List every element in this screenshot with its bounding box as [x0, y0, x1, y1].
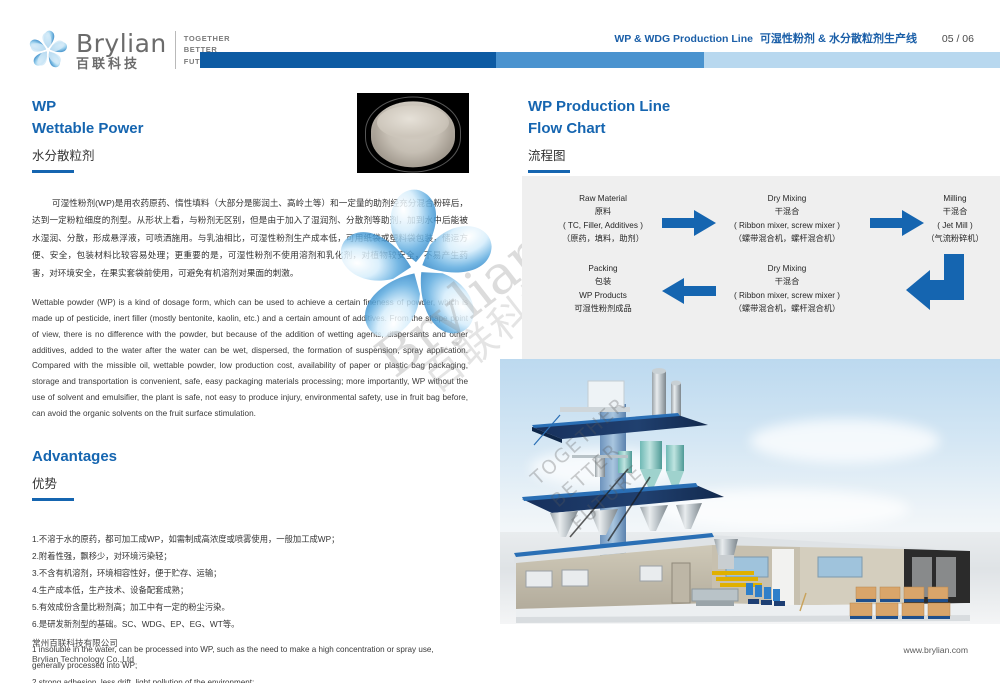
flow-title-rule [528, 169, 570, 173]
node-line: Raw Material [579, 194, 627, 203]
flow-node-raw-material: Raw Material 原料 ( TC, Filler, Additives … [528, 192, 678, 245]
wp-paragraph-cn: 可湿性粉剂(WP)是用农药原药、惰性填料（大部分是膨润土、高岭土等）和一定量的助… [32, 197, 468, 278]
dish-rim [365, 96, 461, 173]
node-line: 包装 [594, 277, 612, 287]
node-line: （原药，填料，助剂） [562, 233, 644, 243]
node-line: WP Products [579, 290, 627, 300]
list-item: 5.有效成份含量比粉剂高；加工中有一定的粉尘污染。 [32, 602, 230, 613]
list-item: 4.生产成本低，生产技术、设备配套成熟； [32, 585, 189, 596]
header-color-bars [200, 52, 1000, 68]
flow-title-line1: WP Production Line [528, 98, 671, 115]
node-line: 干混合 [774, 207, 800, 217]
advantages-title-cn: 优势 [32, 477, 58, 492]
node-line: ( Ribbon mixer, screw mixer ) [733, 220, 840, 230]
node-line: 干混合 [942, 207, 968, 217]
page-number: 05 / 06 [941, 33, 974, 45]
footer-company: 常州百联科技有限公司 Brylian Technology Co.,Ltd [32, 636, 134, 668]
right-column: WP Production Line Flow Chart 流程图 Raw Ma… [500, 88, 1000, 624]
logo-name-en: Brylian [76, 28, 167, 58]
flow-node-milling: Milling 干混合 ( Jet Mill ) （气流粉碎机） [910, 192, 1000, 245]
node-line: ( TC, Filler, Additives ) [563, 220, 643, 230]
header-bar-light [704, 52, 1000, 68]
list-item: 2.附着性强，飘移少，对环境污染轻； [32, 551, 172, 562]
node-line: 原料 [594, 207, 612, 217]
factory-equipment-illustration [514, 368, 970, 623]
list-item: 1.不溶于水的原药，都可加工成WP，如需制成高浓度或喷雾使用，一般加工成WP； [32, 534, 340, 545]
flow-node-dry-mixing-2: Dry Mixing 干混合 ( Ribbon mixer, screw mix… [692, 262, 882, 315]
node-line: Dry Mixing [767, 264, 807, 273]
node-line: （螺带混合机，螺杆混合机） [733, 233, 841, 243]
header-bar-mid [496, 52, 704, 68]
advantages-title-en: Advantages [32, 448, 118, 466]
arrow-milling-to-drymix2-icon [904, 254, 966, 316]
header-title-en: WP & WDG Production Line [614, 33, 753, 45]
flower-logo-icon [26, 28, 70, 72]
company-name-cn: 常州百联科技有限公司 [32, 638, 118, 648]
node-line: 可湿性粉剂成品 [574, 303, 632, 313]
flow-node-packing: Packing 包装 WP Products 可湿性粉剂成品 [528, 262, 678, 315]
product-photo [357, 93, 469, 173]
company-name-en: Brylian Technology Co.,Ltd [32, 653, 135, 664]
node-line: ( Jet Mill ) [937, 220, 973, 230]
footer-website[interactable]: www.brylian.com [904, 645, 968, 655]
flow-node-dry-mixing-1: Dry Mixing 干混合 ( Ribbon mixer, screw mix… [692, 192, 882, 245]
node-line: Milling [943, 194, 967, 203]
logo-name-cn: 百联科技 [76, 55, 141, 71]
node-line: Dry Mixing [767, 194, 807, 203]
advantages-section-title: Advantages 优势 [32, 446, 500, 502]
header-bar-dark [200, 52, 496, 68]
header-title-cn: 可湿性粉剂 & 水分散粒剂生产线 [759, 33, 917, 45]
left-column: WP Wettable Power 水分散粒剂 可湿性粉剂(WP)是用农药原药、… [0, 88, 500, 683]
flow-chart-panel: Raw Material 原料 ( TC, Filler, Additives … [522, 176, 1000, 361]
node-line: （螺带混合机，螺杆混合机） [733, 303, 841, 313]
factory-3d-image: TOGETHER BETTER FUTURE [500, 359, 1000, 624]
flow-title-cn: 流程图 [528, 148, 566, 163]
flowchart-section-title: WP Production Line Flow Chart 流程图 [528, 88, 1000, 173]
page-footer: 常州百联科技有限公司 Brylian Technology Co.,Ltd ww… [0, 618, 1000, 683]
list-item: 3.不含有机溶剂，环境相容性好，便于贮存、运输； [32, 568, 222, 579]
node-line: 干混合 [774, 277, 800, 287]
wp-paragraph-en: Wettable powder (WP) is a kind of dosage… [32, 297, 468, 419]
slogan-line-1: TOGETHER [183, 33, 231, 43]
logo-divider [174, 31, 176, 69]
brochure-page: Brylian 百联科技 TOGETHER BETTER FUTURE WP &… [0, 0, 1000, 683]
page-header: Brylian 百联科技 TOGETHER BETTER FUTURE WP &… [0, 0, 1000, 88]
node-line: （气流粉碎机） [926, 233, 984, 243]
node-line: Packing [588, 264, 618, 273]
flow-title-line2: Flow Chart [528, 119, 606, 137]
header-title: WP & WDG Production Line 可湿性粉剂 & 水分散粒剂生产… [614, 30, 974, 46]
node-line: ( Ribbon mixer, screw mixer ) [733, 290, 840, 300]
